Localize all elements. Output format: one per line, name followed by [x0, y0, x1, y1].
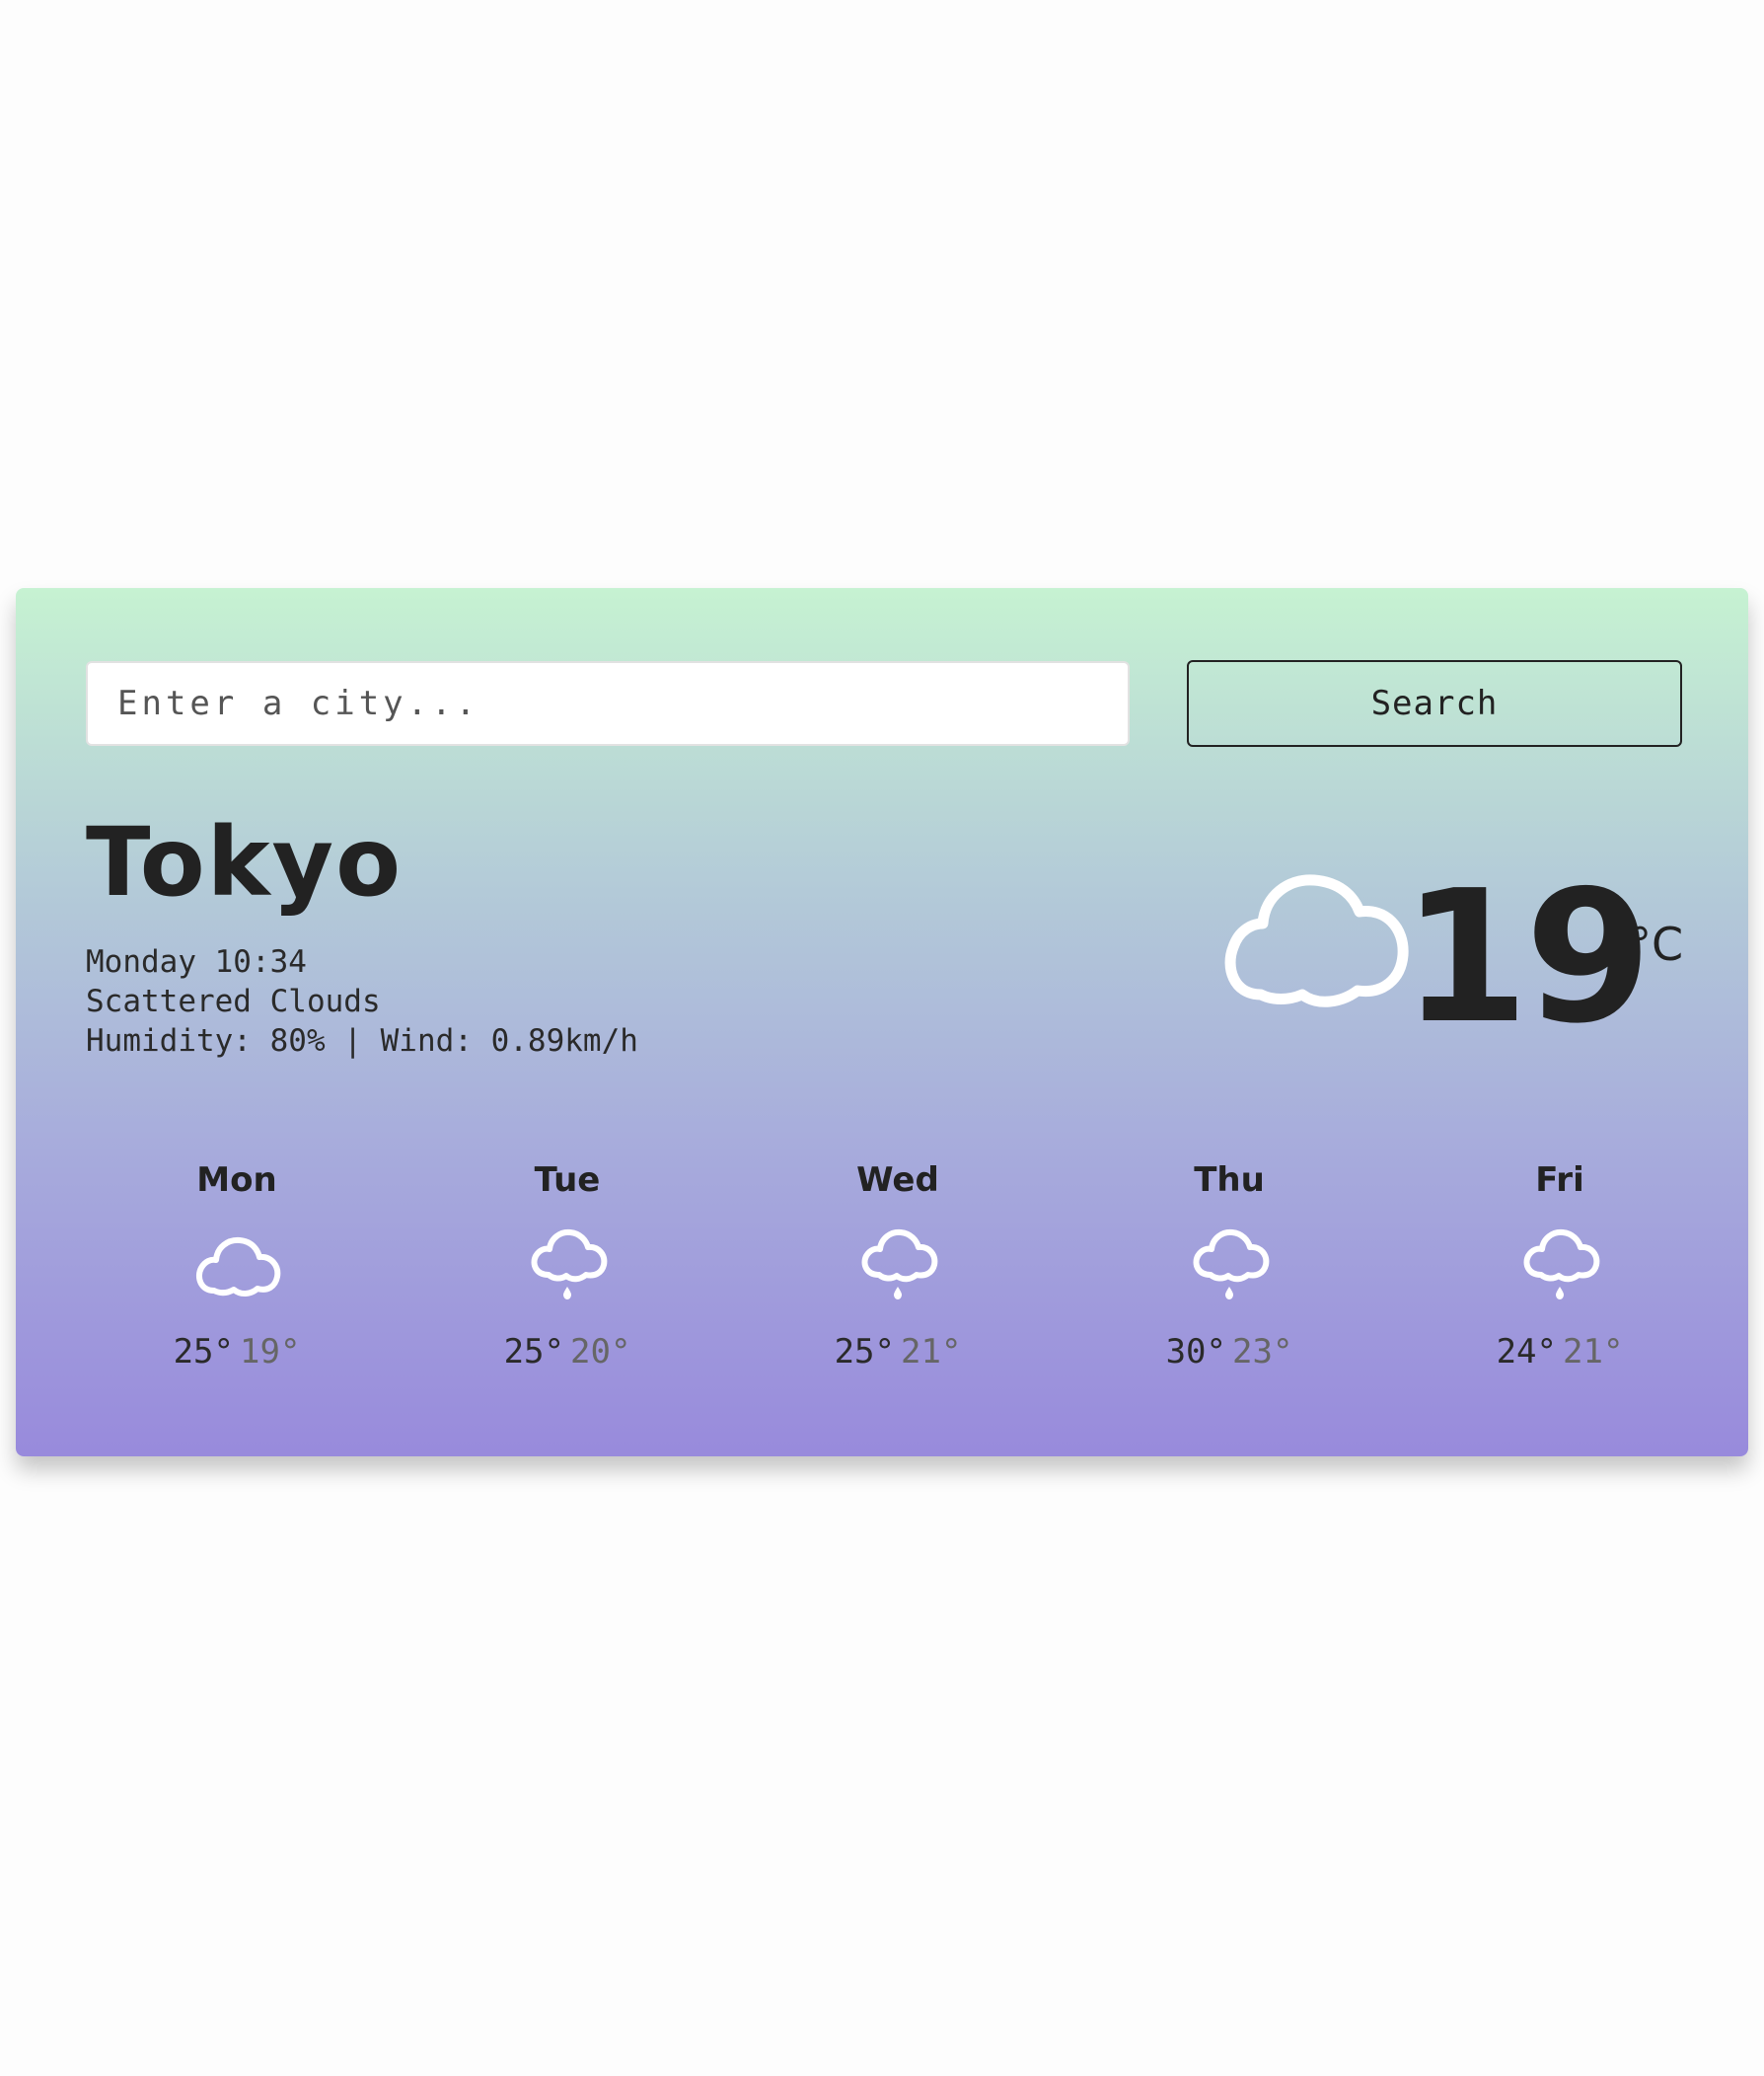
forecast-temps: 24° 21°: [1441, 1332, 1678, 1372]
city-search-input[interactable]: [86, 661, 1130, 746]
forecast-min-temp: 19°: [240, 1332, 301, 1372]
forecast-temps: 25° 19°: [118, 1332, 355, 1372]
forecast-day-name: Mon: [196, 1160, 277, 1200]
forecast-temps: 25° 21°: [779, 1332, 1016, 1372]
forecast-min-temp: 20°: [570, 1332, 631, 1372]
forecast-day: Tue 25° 20°: [449, 1160, 686, 1372]
forecast-max-temp: 25°: [173, 1332, 234, 1372]
forecast-min-temp: 23°: [1232, 1332, 1293, 1372]
forecast-day-name: Tue: [534, 1160, 601, 1200]
forecast-day: Wed 25° 21°: [779, 1160, 1016, 1372]
forecast-day: Thu 30° 23°: [1111, 1160, 1348, 1372]
rain-cloud-icon: [1193, 1228, 1270, 1299]
forecast-temps: 25° 20°: [449, 1332, 686, 1372]
forecast-max-temp: 25°: [503, 1332, 564, 1372]
forecast-day-name: Wed: [856, 1160, 939, 1200]
forecast-max-temp: 24°: [1496, 1332, 1557, 1372]
search-button[interactable]: Search: [1187, 660, 1682, 747]
city-name: Tokyo: [86, 807, 404, 918]
day-time: Monday 10:34: [86, 944, 307, 980]
forecast-day-name: Thu: [1194, 1160, 1265, 1200]
rain-cloud-icon: [861, 1228, 938, 1299]
forecast-max-temp: 30°: [1165, 1332, 1226, 1372]
forecast-day: Mon 25° 19°: [118, 1160, 355, 1372]
forecast-row: Mon 25° 19° Tue 25° 20° Wed 25° 21° Thu …: [16, 1160, 1748, 1417]
weather-description: Scattered Clouds: [86, 984, 381, 1019]
temperature-unit: °C: [1629, 918, 1684, 971]
forecast-day: Fri 24° 21°: [1441, 1160, 1678, 1372]
cloud-icon: [195, 1236, 281, 1297]
weather-card: Search Tokyo Monday 10:34 Scattered Clou…: [16, 588, 1748, 1456]
rain-cloud-icon: [1523, 1228, 1600, 1299]
forecast-day-name: Fri: [1535, 1160, 1584, 1200]
rain-cloud-icon: [531, 1228, 608, 1299]
humidity-wind: Humidity: 80% | Wind: 0.89km/h: [86, 1023, 638, 1059]
forecast-max-temp: 25°: [834, 1332, 895, 1372]
forecast-temps: 30° 23°: [1111, 1332, 1348, 1372]
cloud-icon: [1224, 874, 1409, 1007]
forecast-min-temp: 21°: [901, 1332, 962, 1372]
current-temperature: 19: [1402, 851, 1652, 1064]
forecast-min-temp: 21°: [1563, 1332, 1624, 1372]
